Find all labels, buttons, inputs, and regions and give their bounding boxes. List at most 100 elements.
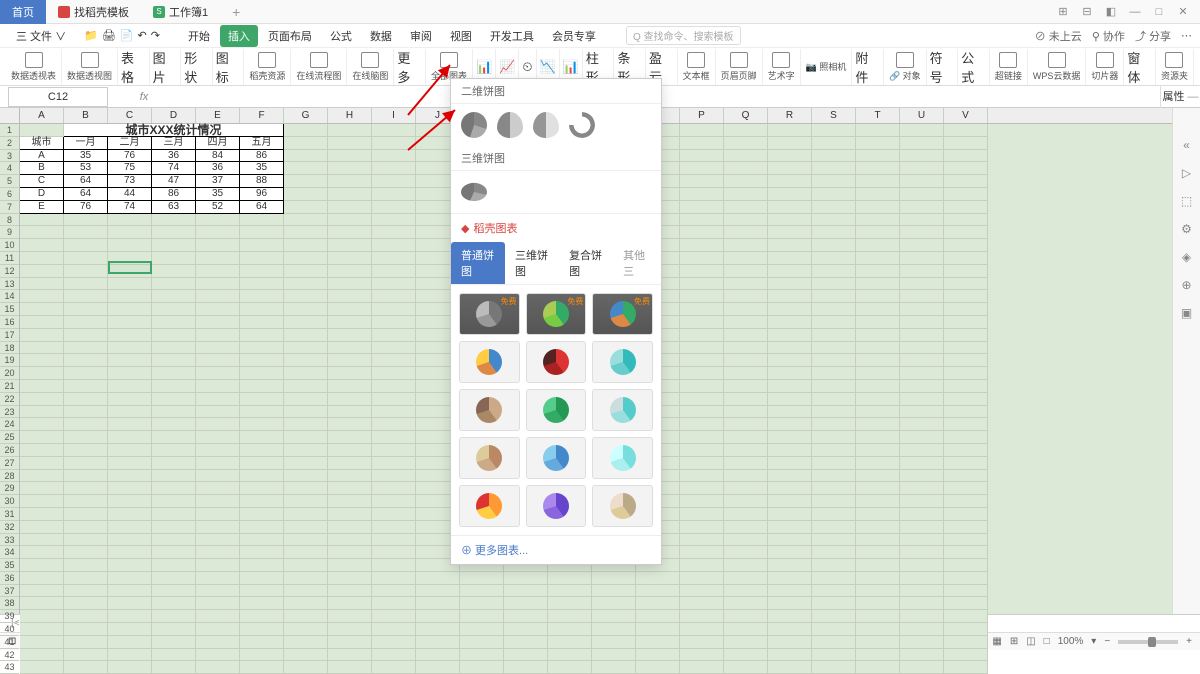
cell[interactable] [328, 278, 372, 291]
cell[interactable] [680, 226, 724, 239]
cell[interactable] [240, 661, 284, 674]
chart-template-10[interactable] [526, 437, 587, 479]
col-header-V[interactable]: V [944, 108, 988, 123]
menu-tab-1[interactable]: 插入 [220, 25, 258, 47]
cell[interactable] [328, 636, 372, 649]
cell[interactable] [680, 572, 724, 585]
cell[interactable] [328, 585, 372, 598]
cell[interactable] [152, 214, 196, 227]
cell[interactable] [856, 354, 900, 367]
cell[interactable] [592, 636, 636, 649]
cell[interactable] [372, 342, 416, 355]
chart-template-3[interactable] [459, 341, 520, 383]
cell[interactable] [240, 380, 284, 393]
cell[interactable] [768, 457, 812, 470]
cell[interactable] [812, 137, 856, 150]
cell[interactable] [108, 572, 152, 585]
cell[interactable] [812, 380, 856, 393]
cell[interactable] [372, 661, 416, 674]
ribbon-20[interactable]: 页眉页脚 [716, 49, 763, 85]
cell[interactable] [636, 661, 680, 674]
side-expand-icon[interactable]: « [1183, 138, 1190, 152]
cell[interactable] [768, 124, 812, 137]
cell[interactable] [152, 444, 196, 457]
cell[interactable] [944, 214, 988, 227]
cell[interactable] [240, 239, 284, 252]
cell[interactable] [240, 278, 284, 291]
cell[interactable] [504, 623, 548, 636]
cell[interactable] [944, 380, 988, 393]
cell[interactable] [944, 201, 988, 214]
cell[interactable] [240, 303, 284, 316]
cell[interactable] [680, 150, 724, 163]
cell[interactable] [240, 226, 284, 239]
col-header-R[interactable]: R [768, 108, 812, 123]
cell[interactable] [812, 162, 856, 175]
cell[interactable] [768, 418, 812, 431]
cell[interactable]: 64 [64, 175, 108, 188]
cell[interactable] [812, 201, 856, 214]
cell[interactable] [856, 124, 900, 137]
cell[interactable] [372, 457, 416, 470]
cell[interactable] [680, 623, 724, 636]
cell[interactable] [856, 162, 900, 175]
cell[interactable] [900, 661, 944, 674]
cell[interactable] [680, 342, 724, 355]
cell[interactable] [372, 214, 416, 227]
cell[interactable] [592, 649, 636, 662]
cell[interactable] [108, 636, 152, 649]
cell[interactable] [636, 585, 680, 598]
cell[interactable] [900, 457, 944, 470]
row-header-11[interactable]: 11 [0, 252, 19, 265]
cell[interactable] [724, 623, 768, 636]
cell[interactable] [284, 367, 328, 380]
cell[interactable] [900, 508, 944, 521]
cell[interactable] [548, 636, 592, 649]
chart-template-14[interactable] [592, 485, 653, 527]
cell[interactable] [856, 636, 900, 649]
cell[interactable] [724, 316, 768, 329]
row-header-12[interactable]: 12 [0, 265, 19, 278]
row-header-6[interactable]: 6 [0, 188, 19, 201]
row-header-25[interactable]: 25 [0, 431, 19, 444]
cell[interactable] [20, 597, 64, 610]
cell[interactable] [900, 162, 944, 175]
cell[interactable] [856, 649, 900, 662]
more-button[interactable]: ⋯ [1181, 29, 1192, 42]
ribbon-8[interactable]: 在线脑图 [347, 49, 394, 85]
cell[interactable] [328, 137, 372, 150]
cell[interactable] [812, 585, 856, 598]
cell[interactable] [108, 457, 152, 470]
row-header-15[interactable]: 15 [0, 303, 19, 316]
cell[interactable] [768, 482, 812, 495]
cell[interactable] [328, 150, 372, 163]
cell[interactable] [196, 393, 240, 406]
cell[interactable] [944, 367, 988, 380]
cell[interactable] [856, 521, 900, 534]
cell[interactable] [900, 329, 944, 342]
row-header-26[interactable]: 26 [0, 444, 19, 457]
cell[interactable] [372, 406, 416, 419]
cell[interactable] [460, 610, 504, 623]
cell[interactable] [372, 303, 416, 316]
cell[interactable] [460, 636, 504, 649]
row-header-38[interactable]: 38 [0, 597, 19, 610]
cell[interactable] [240, 597, 284, 610]
row-header-22[interactable]: 22 [0, 393, 19, 406]
cell[interactable] [636, 597, 680, 610]
cell[interactable] [152, 470, 196, 483]
redo-icon[interactable]: ↷ [151, 29, 160, 42]
cell[interactable] [284, 431, 328, 444]
cell[interactable] [724, 572, 768, 585]
cell[interactable] [768, 265, 812, 278]
cell[interactable] [812, 597, 856, 610]
cell[interactable] [768, 597, 812, 610]
cell[interactable] [812, 431, 856, 444]
cell[interactable] [152, 661, 196, 674]
cell[interactable] [768, 393, 812, 406]
cell[interactable] [900, 278, 944, 291]
col-header-H[interactable]: H [328, 108, 372, 123]
cell[interactable]: 76 [108, 150, 152, 163]
cell[interactable] [108, 623, 152, 636]
cell[interactable] [284, 623, 328, 636]
